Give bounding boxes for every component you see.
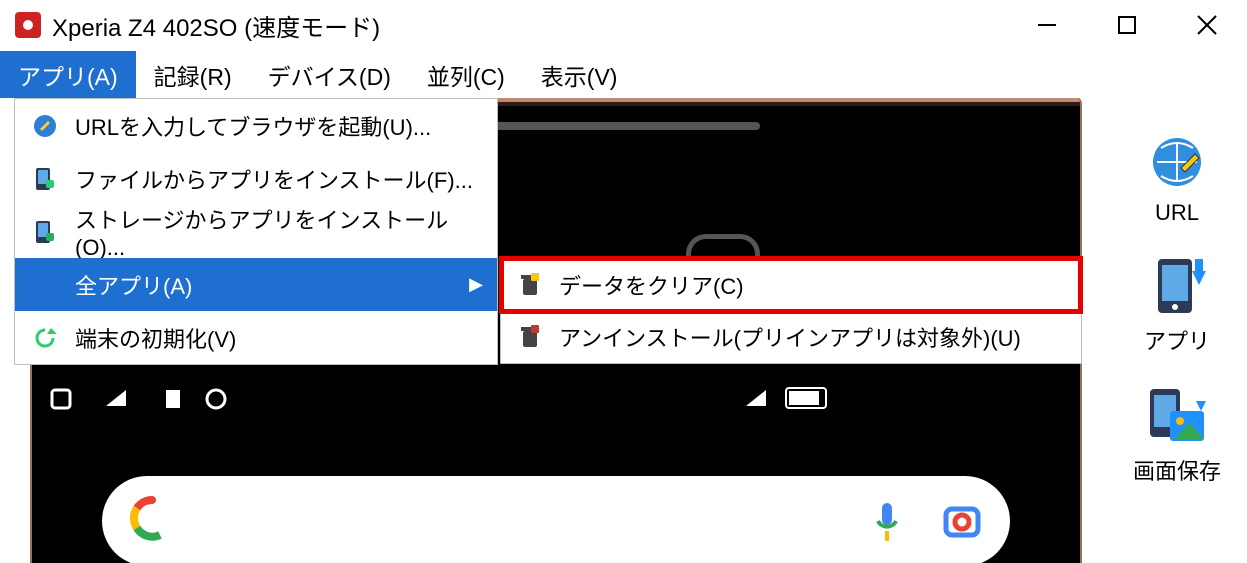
close-button[interactable]	[1167, 0, 1247, 50]
app-icon	[14, 11, 42, 39]
submenu-item-label: アンインストール(プリインアプリは対象外)(U)	[559, 321, 1021, 353]
toolbar-label: 画面保存	[1133, 454, 1221, 486]
menu-label: 記録(R)	[154, 58, 232, 92]
pencil-circle-icon	[31, 112, 59, 140]
menu-item-factory-reset[interactable]: 端末の初期化(V)	[15, 311, 497, 364]
submenu-clear-data[interactable]: データをクリア(C)	[501, 259, 1081, 311]
menu-item-label: ファイルからアプリをインストール(F)...	[75, 163, 473, 195]
all-apps-submenu: データをクリア(C) アンインストール(プリインアプリは対象外)(U)	[500, 258, 1082, 364]
phone-save-icon	[1145, 384, 1209, 448]
toolbar-screenshot[interactable]: 画面保存	[1133, 384, 1221, 486]
lens-icon[interactable]	[940, 499, 984, 543]
menu-item-label: URLを入力してブラウザを起動(U)...	[75, 110, 431, 142]
toolbar-label: アプリ	[1144, 324, 1210, 356]
google-search-bar[interactable]	[102, 476, 1010, 563]
menu-bar: アプリ(A) 記録(R) デバイス(D) 並列(C) 表示(V)	[0, 50, 1247, 98]
toolbar-label: URL	[1155, 200, 1199, 226]
menu-item-label: 全アプリ(A)	[75, 269, 192, 301]
mic-icon[interactable]	[874, 499, 900, 543]
phone-download-icon	[1145, 254, 1209, 318]
menu-view[interactable]: 表示(V)	[523, 51, 636, 98]
menu-app[interactable]: アプリ(A)	[0, 51, 136, 98]
app-dropdown-menu: URLを入力してブラウザを起動(U)... ファイルからアプリをインストール(F…	[14, 98, 498, 365]
google-logo-icon	[128, 487, 176, 556]
minimize-button[interactable]	[1007, 0, 1087, 50]
submenu-item-label: データをクリア(C)	[559, 269, 744, 301]
submenu-uninstall[interactable]: アンインストール(プリインアプリは対象外)(U)	[501, 311, 1081, 363]
menu-label: デバイス(D)	[268, 58, 391, 92]
storage-install-icon	[31, 218, 59, 246]
menu-item-url-browser[interactable]: URLを入力してブラウザを起動(U)...	[15, 99, 497, 152]
trash-uninstall-icon	[517, 324, 543, 350]
phone-install-icon	[31, 165, 59, 193]
menu-item-label: 端末の初期化(V)	[75, 322, 236, 354]
maximize-button[interactable]	[1087, 0, 1167, 50]
toolbar-url[interactable]: URL	[1145, 130, 1209, 226]
menu-label: 表示(V)	[541, 58, 618, 92]
title-bar: Xperia Z4 402SO (速度モード)	[0, 0, 1247, 50]
menu-label: 並列(C)	[427, 58, 505, 92]
menu-parallel[interactable]: 並列(C)	[409, 51, 523, 98]
trash-clear-icon	[517, 272, 543, 298]
right-toolbar: URL アプリ 画面保存	[1107, 98, 1247, 563]
menu-item-install-storage[interactable]: ストレージからアプリをインストール(O)...	[15, 205, 497, 258]
toolbar-app[interactable]: アプリ	[1144, 254, 1210, 356]
device-viewport: SONY	[0, 98, 1107, 563]
refresh-icon	[31, 324, 59, 352]
menu-item-label: ストレージからアプリをインストール(O)...	[75, 203, 497, 261]
device-status-bar	[46, 386, 1066, 417]
menu-record[interactable]: 記録(R)	[136, 51, 250, 98]
menu-device[interactable]: デバイス(D)	[250, 51, 409, 98]
menu-item-install-file[interactable]: ファイルからアプリをインストール(F)...	[15, 152, 497, 205]
chevron-right-icon: ▶	[469, 274, 483, 295]
blank-icon	[31, 271, 59, 299]
globe-pencil-icon	[1145, 130, 1209, 194]
menu-label: アプリ(A)	[18, 58, 118, 92]
window-title: Xperia Z4 402SO (速度モード)	[52, 8, 380, 43]
menu-item-all-apps[interactable]: 全アプリ(A) ▶	[15, 258, 497, 311]
